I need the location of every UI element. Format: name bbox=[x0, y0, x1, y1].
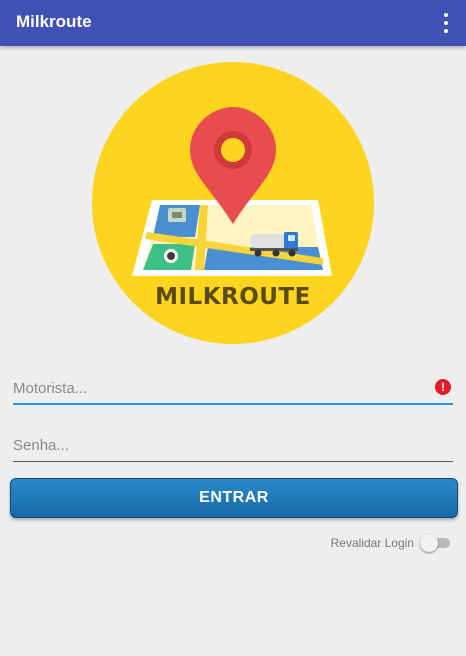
password-input[interactable] bbox=[13, 430, 453, 460]
error-icon: ! bbox=[435, 379, 451, 395]
password-underline bbox=[13, 461, 453, 462]
more-vert-icon[interactable] bbox=[442, 13, 450, 33]
switch-thumb[interactable] bbox=[420, 534, 438, 552]
password-field[interactable] bbox=[13, 430, 453, 462]
revalidate-login-row: Revalidar Login bbox=[331, 534, 450, 552]
driver-input[interactable] bbox=[13, 373, 453, 403]
app-bar: Milkroute bbox=[0, 0, 466, 46]
driver-field[interactable]: ! bbox=[13, 373, 453, 405]
revalidate-login-switch[interactable] bbox=[420, 534, 450, 552]
logo-text: MILKROUTE bbox=[155, 284, 311, 310]
milkroute-logo: MILKROUTE bbox=[92, 62, 374, 344]
revalidate-login-label: Revalidar Login bbox=[330, 536, 414, 550]
driver-underline bbox=[13, 403, 453, 405]
app-title: Milkroute bbox=[16, 12, 92, 31]
enter-button[interactable]: ENTRAR bbox=[10, 478, 458, 518]
